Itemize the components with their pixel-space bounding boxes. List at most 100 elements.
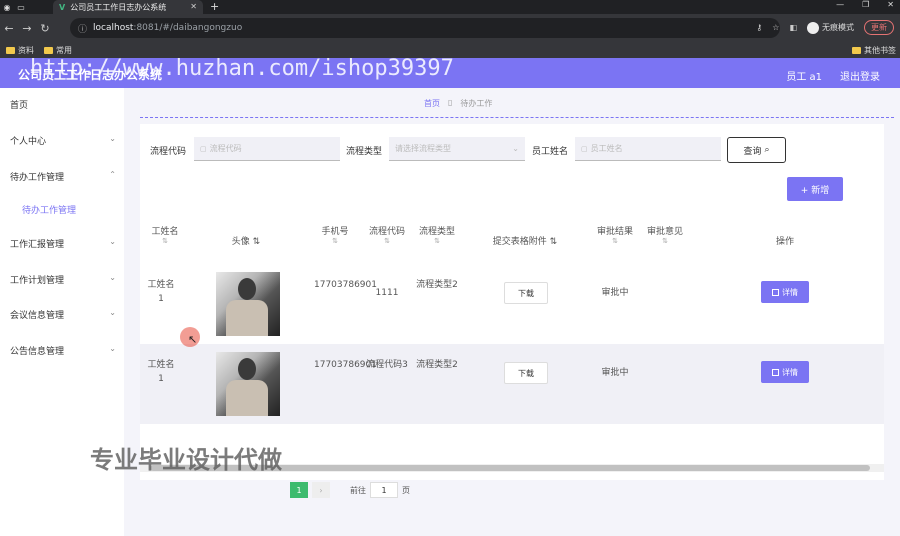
employee-name-input[interactable]: ▢ 员工姓名 — [575, 137, 721, 161]
bookmark-folder[interactable]: 资料 — [6, 45, 34, 56]
col-header-process-type[interactable]: 流程类型 ⇅ — [412, 224, 462, 245]
other-bookmarks[interactable]: 其他书签 — [852, 45, 896, 56]
reload-icon[interactable]: ↻ — [36, 22, 54, 35]
browser-menu-icon[interactable]: ◉ — [0, 0, 14, 14]
download-button[interactable]: 下载 — [504, 282, 548, 304]
sidebar-subitem-todo-management[interactable]: 待办工作管理 — [22, 203, 76, 216]
incognito-indicator[interactable]: 无痕模式 — [807, 21, 854, 34]
chevron-down-icon: ⌄ — [512, 144, 519, 153]
tab-strip-icon[interactable]: ▭ — [14, 0, 28, 14]
breadcrumb: 首页 ▯ 待办工作 — [424, 98, 492, 109]
process-type-select[interactable]: 请选择流程类型 ⌄ — [389, 137, 525, 161]
sidebar-item-home[interactable]: 首页 — [10, 98, 118, 111]
pagination: 1 › 前往 1 页 — [290, 482, 410, 498]
table-row: 工姓名1 17703786901 1111 流程类型2 下载 审批中 详情 — [140, 264, 884, 344]
back-icon[interactable]: ← — [0, 22, 18, 35]
sidebar-item-label: 首页 — [10, 101, 29, 111]
sort-icon[interactable]: ⇅ — [253, 237, 261, 247]
sidebar-item-work-report[interactable]: 工作汇报管理 ⌄ — [10, 237, 118, 250]
process-code-placeholder: 流程代码 — [209, 144, 242, 153]
process-code-label: 流程代码 — [150, 147, 187, 157]
next-page-icon[interactable]: › — [312, 482, 330, 498]
col-header-label: 工姓名 — [151, 227, 179, 237]
browser-address-bar: ← → ↻ ⓘ localhost:8081/#/daibangongzuo ⚷… — [0, 14, 900, 42]
download-button[interactable]: 下载 — [504, 362, 548, 384]
col-header-label: 流程类型 — [418, 227, 455, 237]
bookmark-label: 资料 — [18, 45, 34, 55]
query-button[interactable]: 查询 ⌕ — [727, 137, 786, 163]
sort-icon[interactable]: ⇅ — [550, 237, 558, 247]
forward-icon[interactable]: → — [18, 22, 36, 35]
new-tab-icon[interactable]: + — [210, 0, 219, 13]
col-header-approval-result[interactable]: 审批结果 ⇅ — [592, 224, 638, 245]
sidebar-item-label: 公告信息管理 — [10, 347, 65, 357]
sidebar-item-personal-center[interactable]: 个人中心 ⌄ — [10, 134, 118, 147]
cell-approval-result: 审批中 — [601, 368, 629, 378]
folder-icon — [6, 46, 15, 54]
process-code-input[interactable]: ▢ 流程代码 — [194, 137, 340, 161]
col-header-name[interactable]: 工姓名 ⇅ — [150, 224, 180, 245]
browser-tab[interactable]: V 公司员工工作日志办公系统 ✕ — [53, 0, 203, 14]
mouse-cursor-icon: ↖ — [188, 333, 198, 346]
avatar — [216, 352, 280, 416]
tab-close-icon[interactable]: ✕ — [190, 2, 197, 11]
col-header-approval-opinion[interactable]: 审批意见 ⇅ — [642, 224, 688, 245]
minimize-icon[interactable]: — — [836, 0, 844, 9]
sort-icon[interactable]: ⇅ — [362, 237, 412, 245]
input-icon: ▢ — [200, 144, 207, 153]
window-controls: — ❐ ✕ — [836, 0, 894, 9]
detail-button-label: 详情 — [782, 287, 798, 297]
col-header-actions: 操作 — [775, 237, 794, 247]
url-host: localhost — [93, 23, 134, 33]
breadcrumb-home[interactable]: 首页 — [424, 98, 440, 109]
url-input[interactable]: ⓘ localhost:8081/#/daibangongzuo — [70, 18, 780, 38]
promo-overlay-text: 专业毕业设计代做 — [90, 446, 282, 474]
employee-name-placeholder: 员工姓名 — [590, 144, 623, 153]
col-header-attachment[interactable]: 提交表格附件 ⇅ — [480, 234, 570, 247]
bookmark-folder[interactable]: 常用 — [44, 45, 72, 56]
col-header-process-code[interactable]: 流程代码 ⇅ — [362, 224, 412, 245]
add-button[interactable]: + 新增 — [787, 177, 843, 201]
update-button[interactable]: 更新 — [864, 20, 894, 35]
avatar — [216, 272, 280, 336]
cell-name: 工姓名1 — [147, 360, 175, 384]
sidebar-item-label: 个人中心 — [10, 137, 47, 147]
chevron-down-icon: ⌄ — [109, 134, 116, 143]
maximize-icon[interactable]: ❐ — [862, 0, 869, 9]
cell-phone: 17703786901 — [314, 280, 377, 290]
sidebar-item-label: 待办工作管理 — [10, 173, 65, 183]
close-window-icon[interactable]: ✕ — [887, 0, 894, 9]
cell-phone: 17703786901 — [314, 360, 377, 370]
chevron-down-icon: ⌄ — [109, 273, 116, 282]
key-icon[interactable]: ⚷ — [756, 23, 762, 32]
site-info-icon[interactable]: ⓘ — [78, 22, 87, 35]
goto-page-input[interactable]: 1 — [370, 482, 398, 498]
bookmark-star-icon[interactable]: ☆ — [772, 23, 779, 32]
sidebar-item-meeting-info[interactable]: 会议信息管理 ⌄ — [10, 308, 118, 321]
sort-icon[interactable]: ⇅ — [310, 237, 360, 245]
chevron-down-icon: ⌄ — [109, 344, 116, 353]
sort-icon[interactable]: ⇅ — [150, 237, 180, 245]
side-panel-icon[interactable]: ◧ — [789, 23, 797, 32]
sidebar-item-work-plan[interactable]: 工作计划管理 ⌄ — [10, 273, 118, 286]
sort-icon[interactable]: ⇅ — [642, 237, 688, 245]
detail-button[interactable]: 详情 — [761, 361, 809, 383]
logout-link[interactable]: 退出登录 — [840, 68, 880, 83]
col-header-label: 流程代码 — [368, 227, 405, 237]
sort-icon[interactable]: ⇅ — [412, 237, 462, 245]
col-header-avatar[interactable]: 头像 ⇅ — [216, 234, 276, 247]
col-header-label: 头像 — [231, 237, 250, 247]
bookmark-label: 常用 — [56, 45, 72, 55]
col-header-label: 提交表格附件 — [492, 237, 547, 247]
detail-button[interactable]: 详情 — [761, 281, 809, 303]
input-icon: ▢ — [581, 144, 588, 153]
page-number[interactable]: 1 — [290, 482, 308, 498]
breadcrumb-current: 待办工作 — [460, 99, 493, 108]
sidebar-item-announcement[interactable]: 公告信息管理 ⌄ — [10, 344, 118, 357]
sidebar-item-todo-management[interactable]: 待办工作管理 ⌃ — [10, 170, 118, 183]
sort-icon[interactable]: ⇅ — [592, 237, 638, 245]
other-bookmarks-label: 其他书签 — [864, 46, 896, 55]
col-header-phone[interactable]: 手机号 ⇅ — [310, 224, 360, 245]
detail-button-label: 详情 — [782, 367, 798, 377]
tab-title: 公司员工工作日志办公系统 — [70, 2, 167, 12]
